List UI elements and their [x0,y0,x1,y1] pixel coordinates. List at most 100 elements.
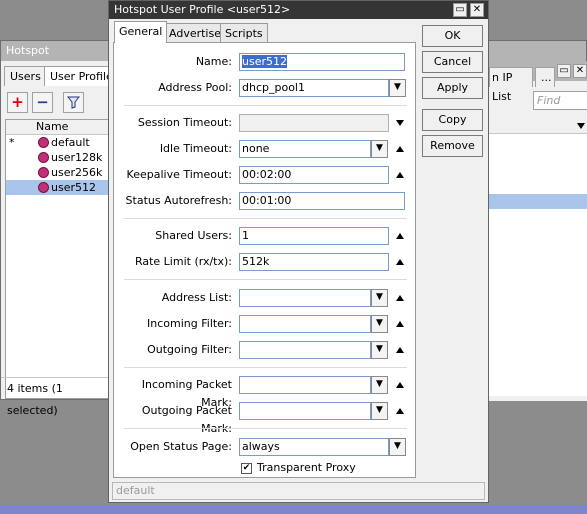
address-list-label: Address List: [161,291,232,304]
profile-icon [38,137,49,148]
find-input[interactable]: Find [533,91,587,110]
profiles-list: Name * default user128k user256k user512 [5,119,109,399]
shared-users-field[interactable]: 1 [239,227,389,245]
address-list-select[interactable] [239,289,371,307]
chevron-down-icon: ▼ [376,379,383,389]
profile-icon [38,167,49,178]
close-icon[interactable]: ✕ [573,64,587,78]
expand-down-icon[interactable] [396,120,404,126]
plus-icon: + [11,93,24,111]
tab-advertise[interactable]: Advertise [164,23,226,43]
profile-icon [38,152,49,163]
minimize-icon[interactable]: ▭ [557,64,571,78]
open-status-page-select[interactable]: always [239,438,389,456]
address-pool-dropdown-button[interactable]: ▼ [389,79,406,97]
collapse-up-icon[interactable] [396,408,404,414]
open-status-page-dropdown-button[interactable]: ▼ [389,438,406,456]
collapse-up-icon[interactable] [396,382,404,388]
chevron-down-icon: ▼ [376,318,383,328]
list-item-name: default [51,136,90,149]
maximize-icon[interactable]: ▭ [453,3,467,17]
incoming-filter-dropdown-button[interactable]: ▼ [371,315,388,333]
incoming-packet-mark-dropdown-button[interactable]: ▼ [371,376,388,394]
outgoing-filter-dropdown-button[interactable]: ▼ [371,341,388,359]
chevron-down-icon: ▼ [394,82,401,92]
minus-icon: − [36,93,49,111]
name-label: Name: [195,55,232,68]
filter-button[interactable] [63,92,84,113]
ok-button[interactable]: OK [422,25,483,47]
dialog-status-bar: default [112,482,485,500]
chevron-down-icon: ▼ [376,143,383,153]
dialog-title: Hotspot User Profile <user512> [109,1,488,19]
collapse-up-icon[interactable] [396,233,404,239]
incoming-packet-mark-label: Incoming Packet Mark: [141,378,232,409]
chevron-down-icon: ▼ [376,405,383,415]
list-item[interactable]: user128k [6,150,108,165]
status-autorefresh-field[interactable]: 00:01:00 [239,192,405,210]
checkmark-icon: ✔ [242,463,251,473]
user-profile-dialog: Hotspot User Profile <user512> ▭ ✕ Gener… [108,0,489,503]
status-bar: 4 items (1 selected) [1,377,109,417]
collapse-up-icon[interactable] [396,295,404,301]
tab-more[interactable]: ... [535,67,555,87]
tab-users[interactable]: Users [4,66,47,86]
list-item[interactable]: * default [6,135,108,150]
session-timeout-field[interactable] [239,114,389,132]
outgoing-packet-mark-dropdown-button[interactable]: ▼ [371,402,388,420]
cancel-button[interactable]: Cancel [422,51,483,73]
close-icon[interactable]: ✕ [470,3,484,17]
incoming-packet-mark-select[interactable] [239,376,371,394]
divider [124,367,407,368]
address-list-dropdown-button[interactable]: ▼ [371,289,388,307]
outgoing-packet-mark-label: Outgoing Packet Mark: [141,404,232,435]
remove-button[interactable]: Remove [422,135,483,157]
status-autorefresh-label: Status Autorefresh: [125,194,232,207]
outgoing-filter-label: Outgoing Filter: [147,343,232,356]
open-status-page-label: Open Status Page: [130,440,232,453]
collapse-up-icon[interactable] [396,259,404,265]
collapse-up-icon[interactable] [396,146,404,152]
keepalive-timeout-label: Keepalive Timeout: [126,168,232,181]
incoming-filter-select[interactable] [239,315,371,333]
general-panel: Name: user512 Address Pool: dhcp_pool1 ▼… [113,42,416,478]
divider [124,105,407,106]
tab-scripts[interactable]: Scripts [220,23,268,43]
remove-button[interactable]: − [32,92,53,113]
outgoing-packet-mark-select[interactable] [239,402,371,420]
idle-timeout-dropdown-button[interactable]: ▼ [371,140,388,158]
collapse-up-icon[interactable] [396,321,404,327]
column-dropdown-icon[interactable] [577,123,585,129]
keepalive-timeout-field[interactable]: 00:02:00 [239,166,389,184]
idle-timeout-select[interactable]: none [239,140,371,158]
idle-timeout-label: Idle Timeout: [159,142,232,155]
apply-button[interactable]: Apply [422,77,483,99]
rate-limit-field[interactable]: 512k [239,253,389,271]
address-pool-select[interactable]: dhcp_pool1 [239,79,389,97]
shared-users-label: Shared Users: [155,229,232,242]
divider [124,218,407,219]
filter-icon [66,96,81,109]
list-item-name: user128k [51,151,103,164]
transparent-proxy-label: Transparent Proxy [257,461,356,474]
hotspot-window-right: ▭ ✕ n IP List ... Find [489,61,587,401]
divider [124,428,407,429]
name-field[interactable]: user512 [239,53,405,71]
copy-button[interactable]: Copy [422,109,483,131]
collapse-up-icon[interactable] [396,172,404,178]
column-header-name[interactable]: Name [36,120,68,134]
outgoing-filter-select[interactable] [239,341,371,359]
list-header: Name [6,120,108,135]
name-value: user512 [242,55,287,68]
collapse-up-icon[interactable] [396,347,404,353]
address-pool-label: Address Pool: [158,81,232,94]
list-item[interactable]: user256k [6,165,108,180]
default-marker: * [9,136,15,149]
list-item-name: user256k [51,166,103,179]
tab-ip-list[interactable]: n IP List [489,67,533,103]
list-item-selected[interactable]: user512 [6,180,108,195]
transparent-proxy-checkbox[interactable]: ✔ [241,463,252,474]
incoming-filter-label: Incoming Filter: [147,317,232,330]
add-button[interactable]: + [7,92,28,113]
tab-general[interactable]: General [114,21,168,43]
